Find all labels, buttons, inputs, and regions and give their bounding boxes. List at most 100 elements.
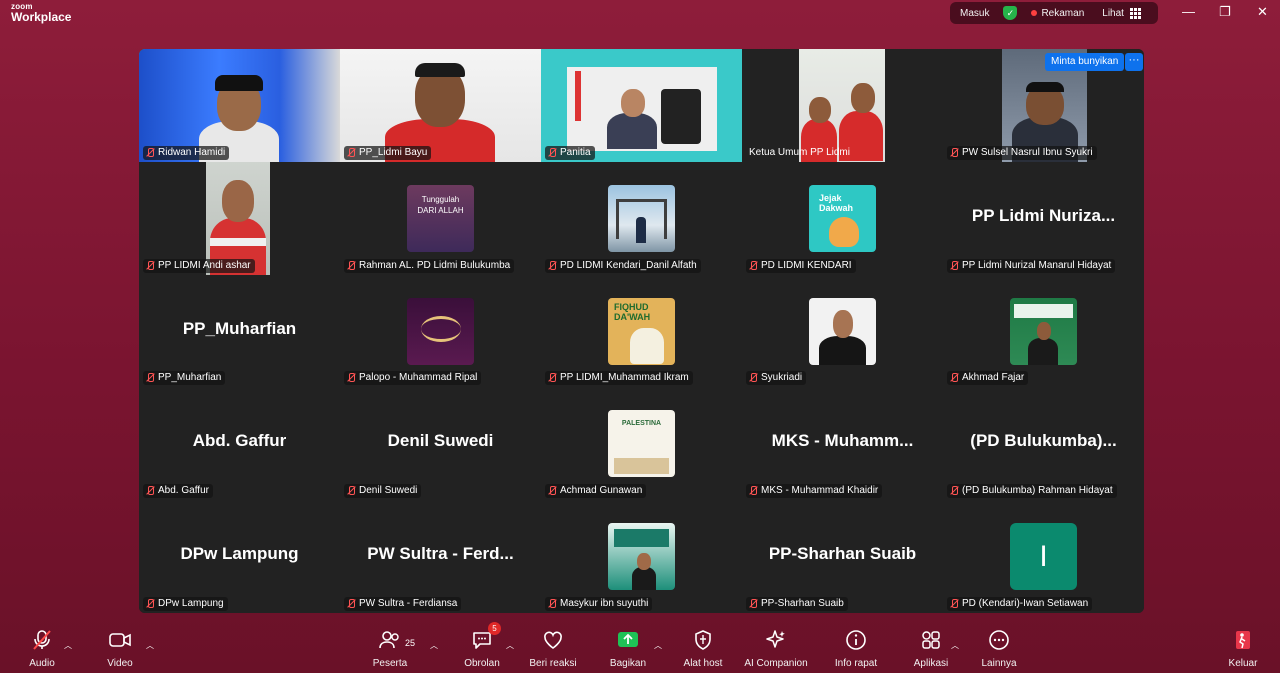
participant-name-tag: Denil Suwedi — [344, 484, 422, 499]
participant-tile[interactable]: Denil Suwedi Denil Suwedi — [340, 387, 541, 501]
participant-tile[interactable]: Palopo - Muhammad Ripal — [340, 274, 541, 388]
participant-tile[interactable]: Akhmad Fajar — [943, 274, 1144, 388]
host-tools-button[interactable]: Alat host — [668, 628, 738, 669]
participant-name: PD (Kendari)-Iwan Setiawan — [962, 597, 1089, 609]
share-label: Bagikan — [609, 658, 647, 669]
participant-tile[interactable]: PP-Sharhan Suaib PP-Sharhan Suaib — [742, 500, 943, 613]
request-unmute-button[interactable]: Minta bunyikan — [1045, 53, 1125, 71]
participant-name: PD LIDMI Kendari_Danil Alfath — [560, 259, 697, 271]
view-button[interactable]: Lihat — [1102, 8, 1124, 19]
encryption-shield-icon[interactable]: ✓ — [1003, 6, 1018, 20]
share-screen-button[interactable]: Bagikan — [593, 628, 663, 669]
muted-mic-icon — [950, 147, 959, 158]
share-screen-icon — [616, 628, 640, 652]
profile-picture — [407, 297, 474, 365]
muted-mic-icon — [347, 373, 356, 383]
participant-tile[interactable]: I PD (Kendari)-Iwan Setiawan — [943, 500, 1144, 613]
participant-name-tag: Achmad Gunawan — [545, 484, 647, 499]
participant-name: Masykur ibn suyuthi — [560, 597, 649, 609]
restore-button[interactable]: ❐ — [1219, 4, 1231, 20]
participant-tile[interactable]: PP LIDMI Andi ashar — [139, 161, 340, 275]
participant-tile[interactable]: PP_Lidmi Bayu — [340, 49, 541, 162]
profile-picture — [809, 297, 876, 365]
share-options-chevron-icon[interactable]: ︿ — [654, 640, 662, 651]
muted-mic-icon — [950, 486, 959, 496]
participant-tile[interactable]: PALESTINA Achmad Gunawan — [541, 387, 742, 501]
profile-picture: Jejak Dakwah — [809, 184, 876, 252]
profile-picture — [608, 523, 675, 591]
participant-name-tag: MKS - Muhammad Khaidir — [746, 484, 883, 499]
participant-tile[interactable]: MKS - Muhamm... MKS - Muhammad Khaidir — [742, 387, 943, 501]
participant-tile[interactable]: Ketua Umum PP Lidmi — [742, 49, 943, 162]
leave-button[interactable]: Keluar — [1208, 628, 1278, 669]
participant-name-tag: PD LIDMI Kendari_Danil Alfath — [545, 258, 701, 273]
participant-name: PP LIDMI Andi ashar — [158, 259, 251, 271]
heart-icon — [542, 628, 564, 652]
recording-dot-icon — [1031, 10, 1038, 16]
masuk-label[interactable]: Masuk — [960, 8, 989, 19]
participant-name: Syukriadi — [761, 372, 803, 384]
participants-button[interactable]: Peserta — [355, 628, 425, 669]
participant-tile[interactable]: Ridwan Hamidi — [139, 49, 340, 162]
participant-name-tag: PD (Kendari)-Iwan Setiawan — [947, 596, 1093, 611]
participant-tile[interactable]: FIQHUD DA'WAH PP LIDMI_Muhammad Ikram — [541, 274, 742, 388]
participant-name-tag: Panitia — [545, 145, 595, 160]
grid-view-icon[interactable] — [1129, 7, 1141, 19]
participant-tile[interactable]: Masykur ibn suyuthi — [541, 500, 742, 613]
muted-mic-icon — [548, 598, 557, 609]
video-button[interactable]: Video — [85, 628, 155, 669]
participant-tile[interactable]: Abd. Gaffur Abd. Gaffur — [139, 387, 340, 501]
participant-name: PP LIDMI_Muhammad Ikram — [560, 372, 689, 384]
participant-display-name: PP-Sharhan Suaib — [768, 544, 917, 564]
apps-icon — [920, 628, 942, 652]
reactions-button[interactable]: Beri reaksi — [518, 628, 588, 669]
chat-options-chevron-icon[interactable]: ︿ — [506, 640, 514, 651]
participant-name: PD LIDMI KENDARI — [761, 259, 852, 271]
profile-picture-text: FIQHUD DA'WAH — [614, 301, 651, 322]
participants-label: Peserta — [372, 658, 408, 669]
muted-mic-icon — [146, 486, 155, 496]
chat-label: Obrolan — [464, 658, 500, 669]
participant-name: Abd. Gaffur — [158, 485, 209, 497]
more-button[interactable]: Lainnya — [964, 628, 1034, 669]
leave-door-icon — [1232, 628, 1254, 652]
apps-options-chevron-icon[interactable]: ︿ — [951, 640, 959, 651]
muted-mic-icon — [347, 260, 356, 271]
participant-name-tag: (PD Bulukumba) Rahman Hidayat — [947, 484, 1117, 499]
close-window-button[interactable]: ✕ — [1257, 4, 1268, 20]
participant-tile[interactable]: PW Sultra - Ferd... PW Sultra - Ferdians… — [340, 500, 541, 613]
participant-name-tag: Abd. Gaffur — [143, 484, 213, 499]
muted-mic-icon — [749, 260, 758, 271]
meeting-status-bar: Masuk ✓ Rekaman Lihat — [950, 2, 1158, 24]
participant-name-tag: PD LIDMI KENDARI — [746, 258, 856, 273]
title-bar: zoom Workplace Masuk ✓ Rekaman Lihat — ❐… — [0, 0, 1280, 28]
meeting-info-label: Info rapat — [834, 658, 878, 669]
participant-name-tag: Ridwan Hamidi — [143, 145, 230, 160]
participant-tile[interactable]: Panitia — [541, 49, 742, 162]
participant-tile[interactable]: Jejak Dakwah PD LIDMI KENDARI — [742, 161, 943, 275]
ai-companion-button[interactable]: AI Companion — [741, 628, 811, 669]
participants-options-chevron-icon[interactable]: ︿ — [430, 640, 438, 651]
audio-options-chevron-icon[interactable]: ︿ — [64, 640, 72, 651]
participant-tile[interactable]: Syukriadi — [742, 274, 943, 388]
participant-name-tag: PP_Lidmi Bayu — [344, 145, 432, 160]
zoom-logo: zoom Workplace — [11, 3, 71, 24]
participant-display-name: PP Lidmi Nuriza... — [971, 205, 1116, 225]
participant-display-name: DPw Lampung — [180, 544, 299, 564]
ai-sparkle-icon — [765, 628, 787, 652]
participant-display-name: PP_Muharfian — [182, 318, 297, 338]
video-options-chevron-icon[interactable]: ︿ — [146, 640, 154, 651]
participant-tile[interactable]: DPw Lampung DPw Lampung — [139, 500, 340, 613]
participant-tile[interactable]: PP_Muharfian PP_Muharfian — [139, 274, 340, 388]
recording-label[interactable]: Rekaman — [1041, 8, 1084, 19]
participant-name-tag: Syukriadi — [746, 371, 807, 386]
minimize-button[interactable]: — — [1182, 4, 1195, 19]
participant-tile[interactable]: PP Lidmi Nuriza... PP Lidmi Nurizal Mana… — [943, 161, 1144, 275]
tile-more-options-button[interactable]: ··· — [1125, 53, 1143, 71]
muted-mic-icon — [347, 598, 356, 609]
participant-tile[interactable]: PD LIDMI Kendari_Danil Alfath — [541, 161, 742, 275]
participant-tile[interactable]: Tunggulah DARI ALLAH Rahman AL. PD Lidmi… — [340, 161, 541, 275]
meeting-info-button[interactable]: Info rapat — [821, 628, 891, 669]
participant-tile[interactable]: (PD Bulukumba)... (PD Bulukumba) Rahman … — [943, 387, 1144, 501]
participant-name-tag: PP Lidmi Nurizal Manarul Hidayat — [947, 258, 1116, 273]
